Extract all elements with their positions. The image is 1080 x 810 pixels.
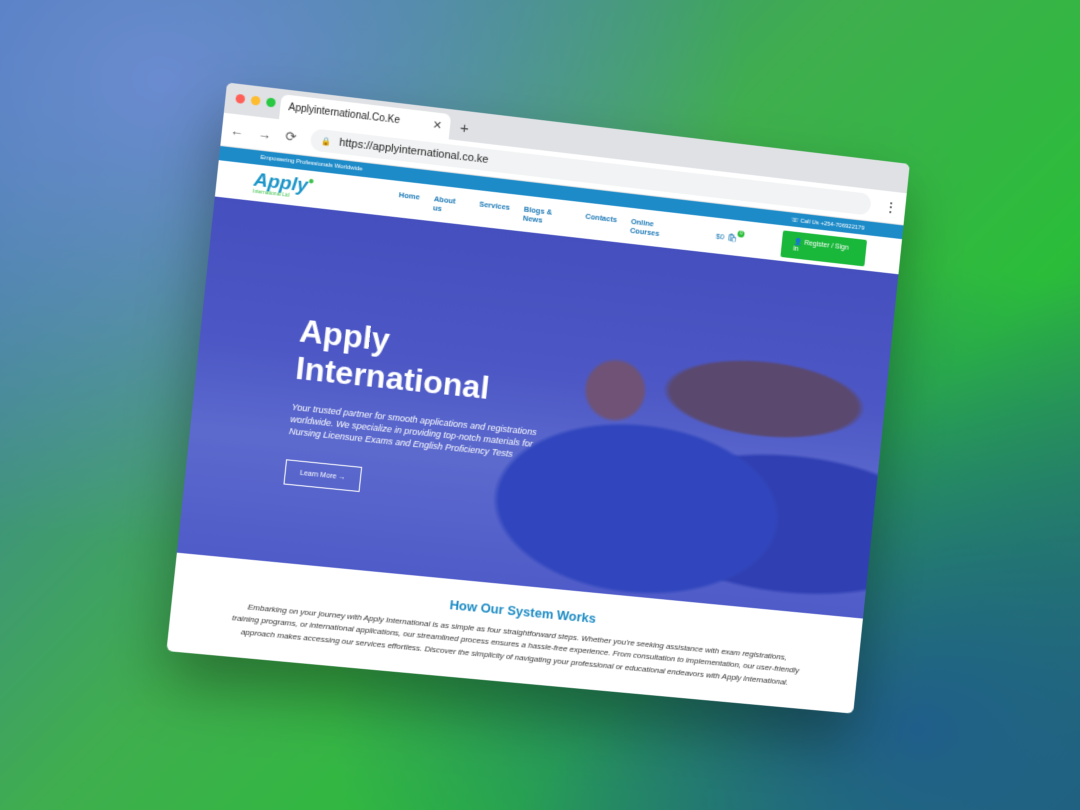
nav-contacts[interactable]: Contacts [584, 212, 618, 233]
browser-menu-button[interactable]: ⋮ [883, 198, 898, 216]
maximize-window-button[interactable] [265, 97, 277, 108]
cart-count-badge: 0 [737, 229, 746, 238]
hero-description: Your trusted partner for smooth applicat… [288, 401, 538, 459]
close-window-button[interactable] [235, 93, 246, 104]
lock-icon: 🔒 [320, 135, 332, 147]
hero-content: Apply International Your trusted partner… [283, 312, 562, 510]
forward-button[interactable]: → [257, 126, 272, 143]
minimize-window-button[interactable] [250, 95, 261, 106]
hero-title-line2: International [293, 349, 492, 406]
reload-button[interactable]: ⟳ [285, 128, 298, 145]
cart-icon: 🛍 [726, 232, 738, 243]
window-controls [235, 93, 277, 108]
nav-home[interactable]: Home [398, 190, 420, 210]
cart-total: $0 [715, 231, 725, 241]
nav-about[interactable]: About us [433, 194, 466, 216]
register-signin-button[interactable]: 👤 Register / Sign in [780, 229, 868, 266]
cart-button[interactable]: $0 🛍 0 [715, 229, 747, 243]
logo-leaf-icon: ● [307, 175, 315, 188]
nav-blogs[interactable]: Blogs & News [523, 205, 573, 228]
browser-window: Applyinternational.Co.Ke ✕ + ← → ⟳ 🔒 htt… [166, 82, 910, 714]
nav-online-courses[interactable]: Online Courses [629, 217, 683, 241]
back-button[interactable]: ← [229, 122, 244, 139]
new-tab-button[interactable]: + [459, 119, 470, 137]
site-logo[interactable]: Apply● International Ltd [252, 169, 315, 201]
nav-services[interactable]: Services [478, 199, 511, 220]
close-tab-icon[interactable]: ✕ [432, 118, 443, 132]
